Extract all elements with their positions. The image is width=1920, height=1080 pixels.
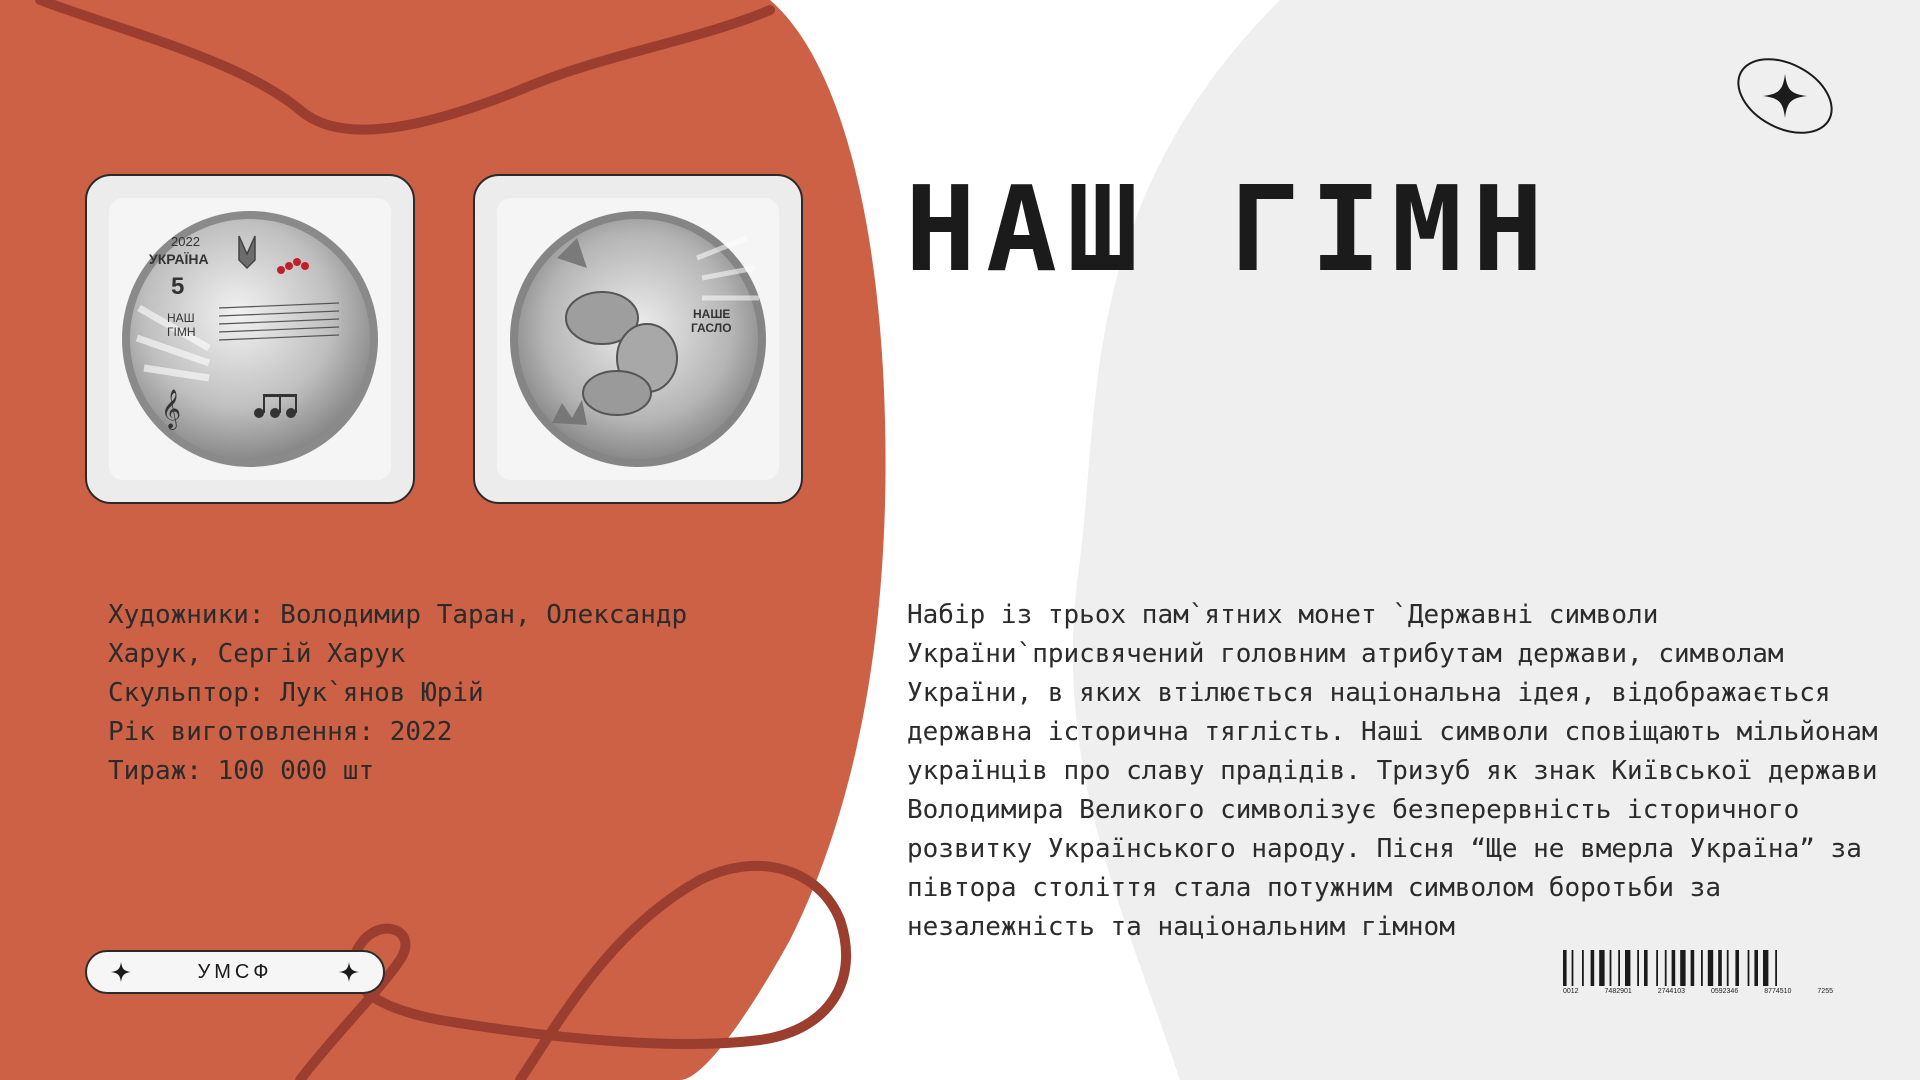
barcode-numbers: 0012 7482901 2744103 0592346 8774510 725…: [1563, 988, 1833, 995]
barcode-number: 0012: [1563, 988, 1579, 995]
sparkle-icon: [339, 962, 359, 982]
credits-block: Художники: Володимир Таран, Олександр Ха…: [108, 596, 748, 791]
coin-motto-line2: ГАСЛО: [691, 321, 732, 335]
description-text: Набір із трьох пам`ятних монет `Державні…: [907, 600, 1878, 942]
coin-year: 2022: [171, 234, 200, 249]
credits-line: Харук, Сергій Харук: [108, 639, 406, 669]
coin-obverse-image: 2022 УКРАЇНА 5 НАШ ГІМН 𝄞: [122, 211, 378, 467]
coin-denomination: 5: [171, 273, 184, 300]
coin-country: УКРАЇНА: [149, 251, 209, 267]
sparkle-icon: [1737, 58, 1833, 134]
coin-name-line1: НАШ: [167, 311, 195, 325]
orange-blob: [0, 0, 886, 1080]
coin-reverse-image: НАШЕ ГАСЛО: [510, 211, 766, 467]
coin-card-reverse: НАШЕ ГАСЛО: [473, 174, 803, 504]
coin-card-obverse: 2022 УКРАЇНА 5 НАШ ГІМН 𝄞: [85, 174, 415, 504]
credits-line: Скульптор: Лук`янов Юрій: [108, 678, 484, 708]
coin-motto-line1: НАШЕ: [693, 307, 730, 321]
barcode-number: 7482901: [1604, 988, 1632, 995]
barcode-number: 0592346: [1710, 988, 1739, 995]
credits-line: Тираж: 100 000 шт: [108, 756, 375, 786]
barcode-number: 2744103: [1657, 988, 1686, 995]
credits-line: Рік виготовлення: 2022: [108, 717, 453, 747]
umsf-badge: УМСФ: [85, 950, 385, 994]
credits-line: Художники: Володимир Таран, Олександр: [108, 600, 688, 630]
barcode-number: 8774510: [1764, 988, 1792, 995]
page-title: НАШ ГІМН: [905, 160, 1554, 298]
barcode-number: 7255: [1817, 988, 1833, 995]
svg-text:𝄞: 𝄞: [161, 389, 181, 430]
coin-name-line2: ГІМН: [167, 325, 196, 339]
